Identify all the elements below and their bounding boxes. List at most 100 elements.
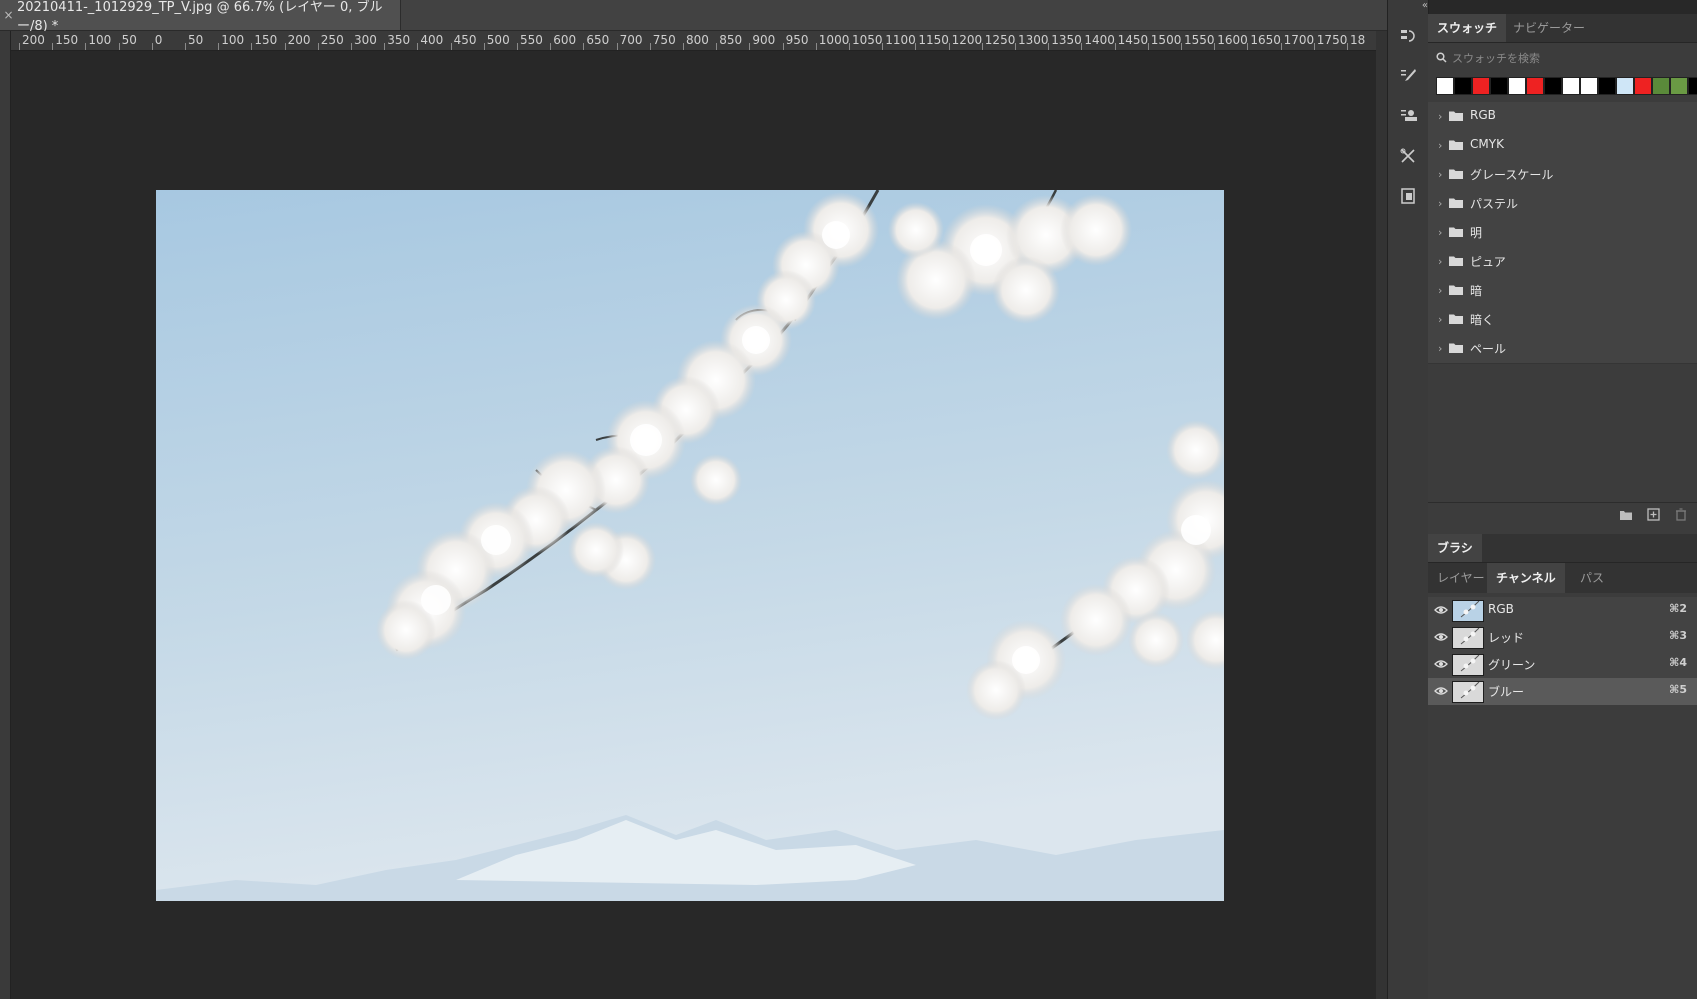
swatch-color[interactable] bbox=[1634, 77, 1652, 95]
swatch-color[interactable] bbox=[1598, 77, 1616, 95]
properties-icon[interactable] bbox=[1394, 182, 1422, 210]
ruler-tick-label: 50 bbox=[121, 33, 137, 47]
tab-swatches[interactable]: スウォッチ bbox=[1428, 14, 1507, 42]
ruler-tick-label: 400 bbox=[420, 33, 444, 47]
ruler-tick-label: 50 bbox=[188, 33, 204, 47]
tool-presets-icon[interactable] bbox=[1394, 142, 1422, 170]
swatch-color[interactable] bbox=[1616, 77, 1634, 95]
ruler-tick-mark bbox=[583, 43, 585, 50]
ruler-tick-label: 1200 bbox=[951, 33, 983, 47]
swatch-group-label: CMYK bbox=[1470, 137, 1504, 151]
ruler-tick-label: 150 bbox=[254, 33, 278, 47]
ruler-tick-label: 1400 bbox=[1084, 33, 1115, 47]
ruler-tick-mark bbox=[85, 43, 87, 50]
ruler-tick-mark bbox=[1247, 43, 1249, 50]
tab-channels[interactable]: チャンネル bbox=[1487, 563, 1565, 593]
swatch-group-row[interactable]: › グレースケール bbox=[1428, 160, 1697, 190]
ruler-tick-mark bbox=[849, 43, 850, 50]
swatch-color[interactable] bbox=[1490, 77, 1508, 95]
horizontal-ruler[interactable]: 200 150 100 50 0 50 100 150 200 250 300 350 400 450 50… bbox=[10, 31, 1376, 51]
channel-name: ブルー bbox=[1488, 685, 1525, 699]
chevron-right-icon[interactable]: › bbox=[1438, 255, 1442, 268]
canvas-vertical-scrollbar[interactable] bbox=[1376, 31, 1387, 999]
channel-row[interactable]: レッド ⌘3 bbox=[1428, 624, 1697, 651]
ruler-tick-label: 1750 bbox=[1316, 33, 1348, 47]
ruler-tick-label: 850 bbox=[719, 33, 743, 47]
visibility-eye-icon[interactable] bbox=[1434, 684, 1448, 698]
swatch-color[interactable] bbox=[1562, 77, 1580, 95]
new-group-folder-icon[interactable] bbox=[1619, 509, 1633, 521]
brush-panel-header: ブラシ bbox=[1428, 534, 1697, 563]
clone-source-icon[interactable] bbox=[1394, 102, 1422, 130]
chevron-right-icon[interactable]: › bbox=[1438, 226, 1442, 239]
swatch-color[interactable] bbox=[1508, 77, 1526, 95]
tab-layers[interactable]: レイヤー bbox=[1428, 563, 1494, 593]
swatch-group-row[interactable]: › 暗く bbox=[1428, 305, 1697, 335]
swatch-color[interactable] bbox=[1526, 77, 1544, 95]
tab-navigator[interactable]: ナビゲーター bbox=[1504, 14, 1594, 42]
swatch-group-row[interactable]: › ペール bbox=[1428, 334, 1697, 364]
swatch-color[interactable] bbox=[1580, 77, 1598, 95]
swatch-color[interactable] bbox=[1472, 77, 1490, 95]
chevron-right-icon[interactable]: › bbox=[1438, 139, 1442, 152]
swatch-search-field[interactable]: スウォッチを検索 bbox=[1428, 49, 1697, 67]
history-icon[interactable] bbox=[1394, 22, 1422, 50]
ruler-tick-mark bbox=[1147, 43, 1149, 50]
swatch-group-row[interactable]: › ピュア bbox=[1428, 247, 1697, 277]
swatch-color[interactable] bbox=[1652, 77, 1670, 95]
ruler-tick-label: 1300 bbox=[1018, 33, 1049, 47]
swatch-group-row[interactable]: › RGB bbox=[1428, 102, 1697, 132]
ruler-tick-mark bbox=[1081, 43, 1083, 50]
brush-settings-icon[interactable] bbox=[1394, 62, 1422, 90]
visibility-eye-icon[interactable] bbox=[1434, 630, 1448, 644]
tab-brush[interactable]: ブラシ bbox=[1428, 534, 1482, 562]
chevron-right-icon[interactable]: › bbox=[1438, 313, 1442, 326]
ruler-tick-label: 200 bbox=[22, 33, 45, 47]
ruler-tick-label: 300 bbox=[354, 33, 377, 47]
swatch-color[interactable] bbox=[1670, 77, 1688, 95]
swatch-panel-footer bbox=[1428, 502, 1697, 529]
ruler-tick-label: 1050 bbox=[852, 33, 883, 47]
document-tab[interactable]: × 20210411-_1012929_TP_V.jpg @ 66.7% (レイ… bbox=[0, 0, 401, 34]
new-swatch-icon[interactable] bbox=[1647, 508, 1660, 521]
ruler-tick-mark bbox=[483, 43, 485, 50]
swatch-group-label: ピュア bbox=[1470, 255, 1506, 269]
swatch-color[interactable] bbox=[1544, 77, 1562, 95]
folder-icon bbox=[1449, 256, 1463, 266]
swatch-group-row[interactable]: › パステル bbox=[1428, 189, 1697, 219]
swatch-color[interactable] bbox=[1436, 77, 1454, 95]
swatch-group-row[interactable]: › 暗 bbox=[1428, 276, 1697, 306]
channel-row[interactable]: RGB ⌘2 bbox=[1428, 597, 1697, 624]
swatch-group-label: RGB bbox=[1470, 108, 1496, 122]
chevron-right-icon[interactable]: › bbox=[1438, 342, 1442, 355]
swatch-group-row[interactable]: › CMYK bbox=[1428, 131, 1697, 161]
swatch-group-row[interactable]: › 明 bbox=[1428, 218, 1697, 248]
swatch-color[interactable] bbox=[1454, 77, 1472, 95]
chevron-right-icon[interactable]: › bbox=[1438, 284, 1442, 297]
channel-name: RGB bbox=[1488, 602, 1514, 616]
ruler-tick-label: 1550 bbox=[1184, 33, 1215, 47]
vertical-ruler[interactable] bbox=[0, 31, 11, 999]
tab-paths[interactable]: パス bbox=[1571, 563, 1613, 593]
channel-row[interactable]: ブルー ⌘5 bbox=[1428, 678, 1697, 705]
visibility-eye-icon[interactable] bbox=[1434, 603, 1448, 617]
chevron-right-icon[interactable]: › bbox=[1438, 110, 1442, 123]
ruler-tick-label: 1650 bbox=[1250, 33, 1281, 47]
channel-list-empty-area bbox=[1428, 720, 1697, 999]
channel-row[interactable]: グリーン ⌘4 bbox=[1428, 651, 1697, 678]
ruler-tick-mark bbox=[151, 43, 153, 50]
swatch-color[interactable] bbox=[1688, 77, 1697, 95]
close-tab-icon[interactable]: × bbox=[0, 8, 17, 22]
ruler-tick-label: 1600 bbox=[1217, 33, 1248, 47]
canvas-image[interactable] bbox=[156, 190, 1224, 901]
ruler-tick-mark bbox=[1347, 43, 1348, 50]
folder-icon bbox=[1449, 140, 1463, 150]
visibility-eye-icon[interactable] bbox=[1434, 657, 1448, 671]
ruler-tick-mark bbox=[19, 43, 20, 50]
swatch-group-label: グレースケール bbox=[1470, 168, 1554, 182]
collapse-panels-icon[interactable]: « bbox=[1388, 0, 1428, 14]
chevron-right-icon[interactable]: › bbox=[1438, 197, 1442, 210]
delete-swatch-icon[interactable] bbox=[1675, 508, 1687, 521]
chevron-right-icon[interactable]: › bbox=[1438, 168, 1442, 181]
ruler-tick-label: 500 bbox=[486, 33, 510, 47]
